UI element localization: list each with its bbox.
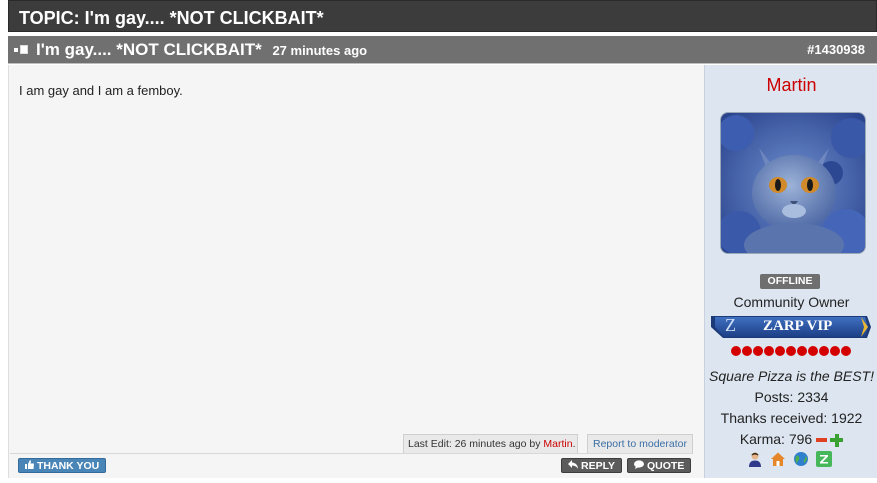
author-signature: Square Pizza is the BEST! xyxy=(709,368,874,384)
reputation-dot xyxy=(808,346,818,356)
last-edit-user[interactable]: Martin xyxy=(543,438,572,450)
reputation-dot xyxy=(775,346,785,356)
post-body: I am gay and I am a femboy. xyxy=(8,65,704,478)
post-time: 27 minutes ago xyxy=(272,43,368,58)
reputation-dot xyxy=(830,346,840,356)
reply-arrow-icon xyxy=(568,460,578,472)
zarp-icon[interactable] xyxy=(816,451,832,467)
author-posts: Posts: 2334 xyxy=(754,389,829,405)
report-to-moderator-link[interactable]: Report to moderator xyxy=(587,434,693,454)
reputation-dot xyxy=(764,346,774,356)
last-edit-info: Last Edit: 26 minutes ago by Martin. xyxy=(403,434,578,454)
home-icon[interactable] xyxy=(770,451,786,467)
user-profile-icon[interactable] xyxy=(747,451,763,467)
quote-button[interactable]: QUOTE xyxy=(627,458,692,473)
thank-you-button[interactable]: THANK YOU xyxy=(18,458,107,473)
reply-button[interactable]: REPLY xyxy=(561,458,623,473)
reputation-dot xyxy=(753,346,763,356)
author-karma: Karma: 796 xyxy=(705,431,877,447)
reputation-dot xyxy=(841,346,851,356)
author-thanks: Thanks received: 1922 xyxy=(720,410,863,426)
reputation-dot xyxy=(786,346,796,356)
post-number-link[interactable]: #1430938 xyxy=(807,42,865,57)
quote-label: QUOTE xyxy=(647,460,685,472)
reputation-dot xyxy=(731,346,741,356)
reputation-dot xyxy=(797,346,807,356)
post-header: I'm gay.... *NOT CLICKBAIT* 27 minutes a… xyxy=(8,36,877,64)
author-sidebar: Martin OFFLINE Community Owner Z ZARP VI… xyxy=(704,65,877,478)
author-links xyxy=(747,451,837,469)
zarp-logo-letter: Z xyxy=(725,315,736,335)
post-message: I am gay and I am a femboy. xyxy=(19,83,183,98)
reputation-dots xyxy=(731,346,853,356)
karma-plus-icon[interactable] xyxy=(830,433,844,447)
post-title-row: I'm gay.... *NOT CLICKBAIT* 27 minutes a… xyxy=(36,40,367,60)
author-avatar[interactable] xyxy=(720,112,866,254)
thank-you-label: THANK YOU xyxy=(37,460,100,472)
last-edit-suffix: . xyxy=(572,438,576,450)
thumbs-up-icon xyxy=(25,460,34,472)
speech-bubble-icon xyxy=(634,460,644,472)
zarp-vip-label: ZARP VIP xyxy=(763,318,833,334)
karma-value: Karma: 796 xyxy=(739,431,813,447)
reputation-dot xyxy=(819,346,829,356)
globe-icon[interactable] xyxy=(793,451,809,467)
author-username[interactable]: Martin xyxy=(705,75,877,96)
author-rank: Community Owner xyxy=(733,294,850,310)
reply-label: REPLY xyxy=(581,460,616,472)
karma-minus-icon[interactable] xyxy=(816,438,828,443)
topic-title: TOPIC: I'm gay.... *NOT CLICKBAIT* xyxy=(8,0,877,32)
post-bullet-icon xyxy=(14,45,28,55)
last-edit-prefix: Last Edit: 26 minutes ago by xyxy=(408,438,544,450)
post-divider xyxy=(10,453,692,454)
reputation-dot xyxy=(742,346,752,356)
post-title[interactable]: I'm gay.... *NOT CLICKBAIT* xyxy=(36,40,262,59)
forum-post-page: TOPIC: I'm gay.... *NOT CLICKBAIT* I'm g… xyxy=(0,0,877,483)
online-status-badge: OFFLINE xyxy=(760,274,820,289)
